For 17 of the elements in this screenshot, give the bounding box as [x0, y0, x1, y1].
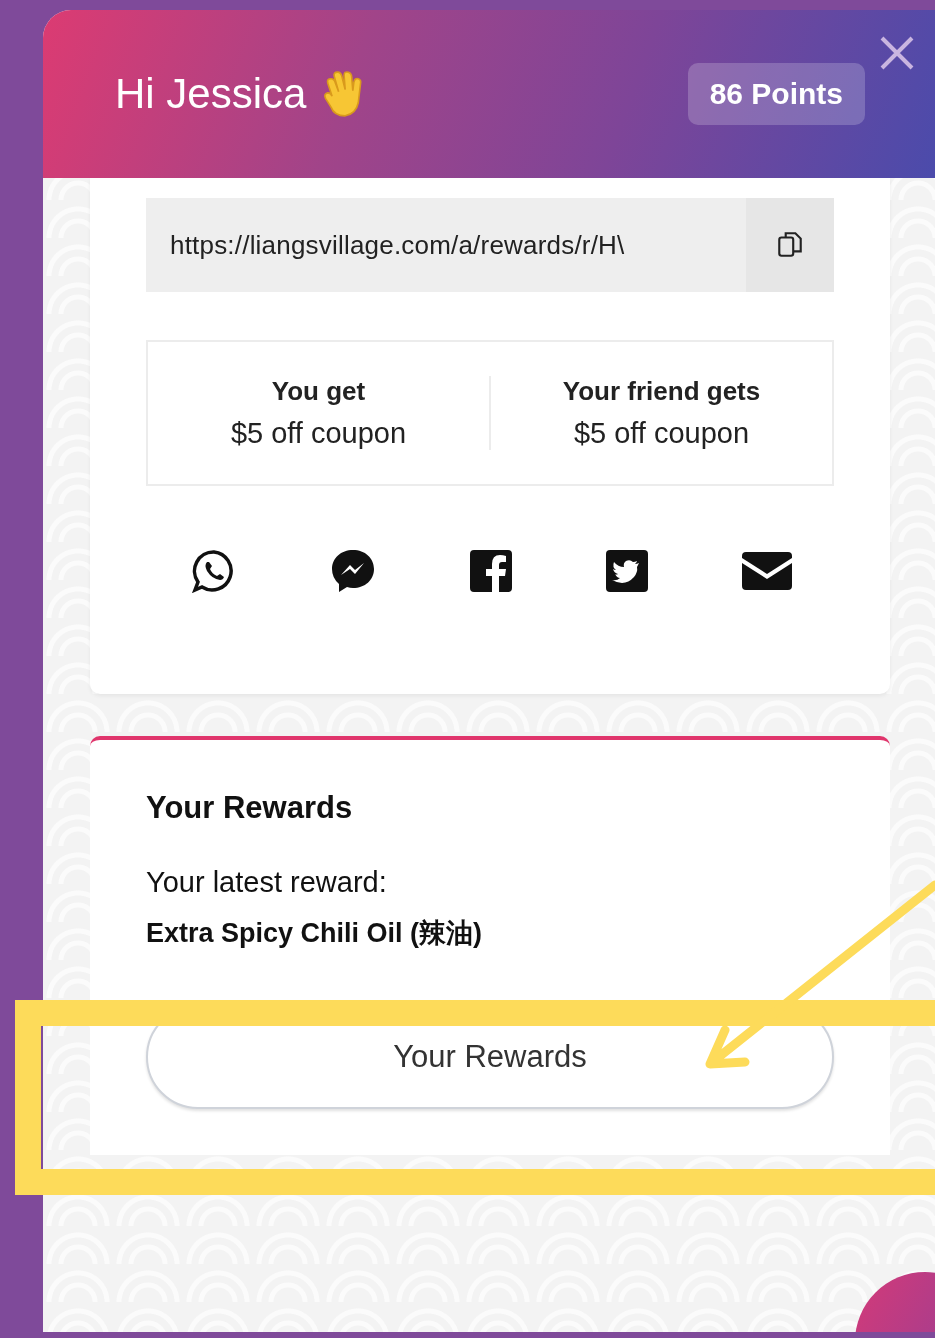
greeting-text: Hi Jessica: [115, 70, 307, 118]
points-badge: 86 Points: [687, 63, 865, 125]
chat-bubble-icon[interactable]: [330, 548, 376, 594]
mail-icon[interactable]: [742, 552, 792, 590]
phone-bubble-icon[interactable]: [192, 549, 236, 593]
offer-value: $5 off coupon: [230, 417, 407, 450]
latest-reward-label: Your latest reward:: [146, 866, 388, 899]
copy-icon: [777, 230, 803, 260]
bird-square-icon[interactable]: [606, 550, 648, 592]
latest-reward-name: Extra Spicy Chili Oil (辣油): [146, 917, 484, 950]
offer-label: Your friend gets: [562, 376, 761, 407]
offer-label: You get: [271, 376, 366, 407]
referral-link-field[interactable]: https://liangsvillage.com/a/rewards/r/H\: [146, 198, 834, 292]
close-icon[interactable]: [879, 35, 915, 71]
rewards-title: Your Rewards: [146, 790, 354, 826]
offer-value: $5 off coupon: [573, 417, 750, 450]
copy-button[interactable]: [746, 198, 834, 292]
